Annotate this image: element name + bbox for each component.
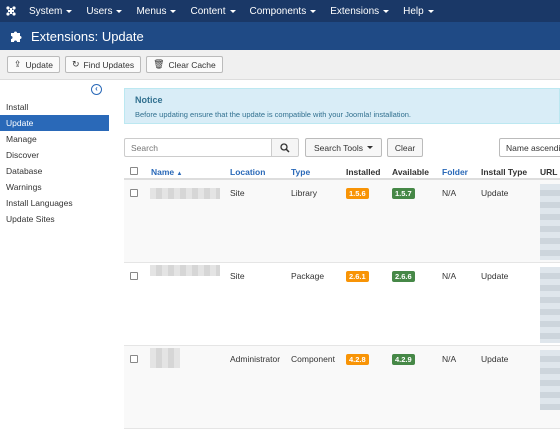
caret-down-icon <box>427 9 434 13</box>
sidebar-item-manage[interactable]: Manage <box>0 131 109 147</box>
update-button[interactable]: ⇪ Update <box>7 56 60 73</box>
updates-table: Name ▲ Location Type Installed Available… <box>124 162 560 429</box>
cell-install-type: Update <box>481 188 509 198</box>
redacted-url <box>540 184 560 260</box>
puzzle-icon <box>11 31 22 42</box>
sidebar-item-database[interactable]: Database <box>0 163 109 179</box>
sort-select[interactable]: Name ascending <box>499 138 560 157</box>
caret-down-icon <box>116 9 123 13</box>
available-version-badge: 4.2.9 <box>392 354 415 365</box>
sidebar-item-install[interactable]: Install <box>0 99 109 115</box>
installed-version-badge: 2.6.1 <box>346 271 369 282</box>
clear-cache-button[interactable]: 🗑 Clear Cache <box>146 56 223 73</box>
table-header: Name ▲ Location Type Installed Available… <box>124 162 560 180</box>
redacted-name <box>150 348 180 368</box>
column-url: URL <box>540 167 558 177</box>
table-row: Administrator Component 4.2.8 4.2.9 N/A … <box>124 346 560 429</box>
table-row: Site Package 2.6.1 2.6.6 N/A Update <box>124 263 560 346</box>
menu-extensions[interactable]: Extensions <box>323 6 396 17</box>
search-button[interactable] <box>271 138 299 157</box>
menu-components[interactable]: Components <box>243 6 324 17</box>
table-row: Site Library 1.5.6 1.5.7 N/A Update <box>124 180 560 263</box>
available-version-badge: 1.5.7 <box>392 188 415 199</box>
cell-location: Administrator <box>230 354 281 364</box>
installed-version-badge: 1.5.6 <box>346 188 369 199</box>
redacted-name <box>150 188 220 199</box>
column-install-type: Install Type <box>481 167 528 177</box>
notice-title: Notice <box>135 95 163 105</box>
sidebar-item-update[interactable]: Update <box>0 115 109 131</box>
collapse-sidebar-icon[interactable]: ‹ <box>91 84 102 95</box>
page-title: Extensions: Update <box>31 28 144 44</box>
find-updates-button[interactable]: ↻ Find Updates <box>64 56 142 73</box>
select-all-checkbox[interactable] <box>130 167 138 175</box>
redacted-url <box>540 267 560 343</box>
column-available: Available <box>392 167 430 177</box>
sort-ascending-icon: ▲ <box>176 171 183 177</box>
caret-down-icon <box>229 9 236 13</box>
cell-type: Component <box>291 354 335 364</box>
update-button-label: Update <box>25 59 53 70</box>
column-folder[interactable]: Folder <box>442 167 468 177</box>
row-checkbox[interactable] <box>130 272 138 280</box>
clear-button[interactable]: Clear <box>387 138 423 157</box>
row-checkbox[interactable] <box>130 189 138 197</box>
cell-type: Library <box>291 188 317 198</box>
column-name[interactable]: Name ▲ <box>151 167 182 177</box>
top-navbar: System Users Menus Content Components Ex… <box>0 0 560 22</box>
column-installed: Installed <box>346 167 381 177</box>
trash-icon: 🗑 <box>153 59 165 69</box>
upload-icon: ⇪ <box>14 59 22 69</box>
cell-folder: N/A <box>442 188 457 198</box>
sidebar-item-update-sites[interactable]: Update Sites <box>0 211 109 227</box>
cell-type: Package <box>291 271 325 281</box>
find-updates-label: Find Updates <box>83 59 135 70</box>
sidebar-item-warnings[interactable]: Warnings <box>0 179 109 195</box>
menu-users[interactable]: Users <box>79 6 129 17</box>
menu-content[interactable]: Content <box>183 6 242 17</box>
search-tools-button[interactable]: Search Tools <box>305 138 382 157</box>
refresh-icon: ↻ <box>71 59 80 69</box>
sidebar-nav: Install Update Manage Discover Database … <box>0 99 109 227</box>
menu-help[interactable]: Help <box>396 6 441 17</box>
cell-location: Site <box>230 271 245 281</box>
cell-install-type: Update <box>481 354 509 364</box>
cell-folder: N/A <box>442 271 457 281</box>
sidebar-item-install-languages[interactable]: Install Languages <box>0 195 109 211</box>
cell-install-type: Update <box>481 271 509 281</box>
menu-system[interactable]: System <box>22 6 79 17</box>
redacted-url <box>540 350 560 410</box>
cell-folder: N/A <box>442 354 457 364</box>
caret-down-icon <box>383 9 390 13</box>
search-icon <box>280 142 290 153</box>
caret-down-icon <box>66 9 73 13</box>
clear-cache-label: Clear Cache <box>168 59 216 70</box>
search-input[interactable] <box>124 138 272 157</box>
column-type[interactable]: Type <box>291 167 310 177</box>
row-checkbox[interactable] <box>130 355 138 363</box>
cell-location: Site <box>230 188 245 198</box>
caret-down-icon <box>366 146 373 149</box>
notice-body: Before updating ensure that the update i… <box>135 110 411 119</box>
sidebar: ‹ Install Update Manage Discover Databas… <box>0 80 109 400</box>
sidebar-item-discover[interactable]: Discover <box>0 147 109 163</box>
caret-down-icon <box>170 9 177 13</box>
toolbar: ⇪ Update ↻ Find Updates 🗑 Clear Cache <box>0 50 560 80</box>
redacted-name <box>150 265 220 276</box>
notice-alert: Notice Before updating ensure that the u… <box>124 88 560 124</box>
available-version-badge: 2.6.6 <box>392 271 415 282</box>
caret-down-icon <box>310 9 317 13</box>
installed-version-badge: 4.2.8 <box>346 354 369 365</box>
column-location[interactable]: Location <box>230 167 265 177</box>
search-tools-label: Search Tools <box>314 142 363 153</box>
column-name-label: Name <box>151 167 175 177</box>
page-header: Extensions: Update <box>0 22 560 50</box>
menu-menus[interactable]: Menus <box>129 6 183 17</box>
joomla-logo[interactable] <box>0 0 22 22</box>
